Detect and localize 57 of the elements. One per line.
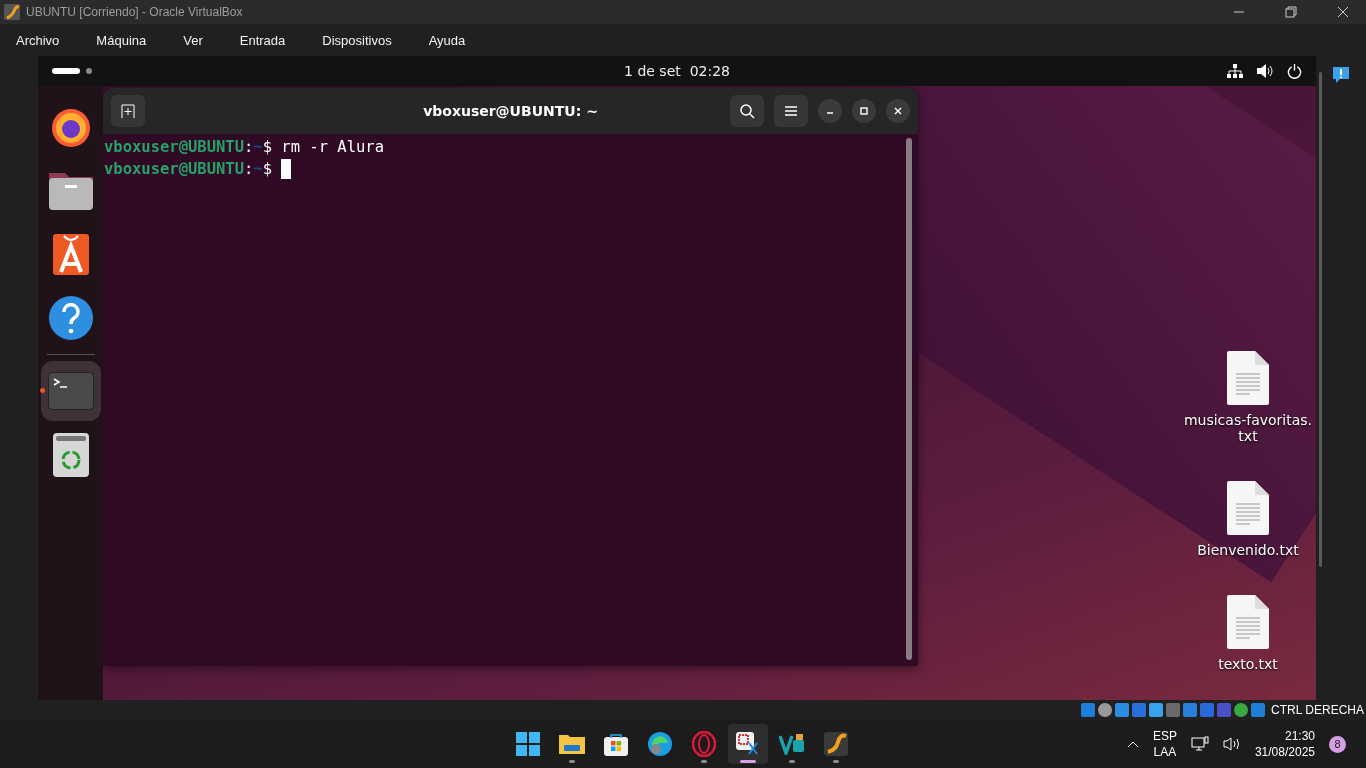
close-icon (1337, 6, 1349, 18)
scrollbar[interactable] (906, 138, 912, 660)
maximize-button[interactable] (852, 99, 876, 123)
volume-icon[interactable] (1257, 64, 1273, 78)
scrollbar[interactable] (1319, 72, 1322, 567)
new-tab-button[interactable] (111, 95, 145, 127)
terminal-icon (47, 372, 94, 410)
workspace-indicator[interactable] (86, 68, 92, 74)
terminal-title: vboxuser@UBUNTU: ~ (423, 103, 598, 119)
search-icon (739, 103, 755, 119)
terminal-line: vboxuser@UBUNTU:~$ (104, 159, 273, 180)
snipping-tool-icon (735, 731, 761, 757)
menu-item[interactable]: Dispositivos (310, 32, 404, 48)
taskbar-app[interactable] (728, 724, 768, 764)
menu-item[interactable]: Archivo (4, 32, 72, 48)
running-indicator (39, 388, 45, 393)
maximize-icon (859, 106, 869, 116)
browser-icon (648, 732, 672, 756)
search-button[interactable] (730, 95, 764, 127)
clock[interactable]: 1 de set 02:28 (618, 62, 736, 80)
language-indicator[interactable]: ESP LAA (1152, 728, 1177, 760)
shopping-bag-icon (51, 232, 90, 276)
menu-item[interactable]: Ver (171, 32, 215, 48)
restore-icon (1285, 6, 1297, 18)
menu-button[interactable] (774, 95, 808, 127)
text-file-icon[interactable] (1226, 594, 1270, 650)
shopping-bag-icon (604, 732, 628, 756)
windows-logo-icon (516, 732, 540, 756)
opera-icon (692, 731, 716, 757)
file-name: texto.txt (1218, 656, 1278, 672)
notification-badge[interactable]: 8 (1329, 735, 1346, 753)
file-name: musicas-favoritas. txt (1183, 412, 1313, 444)
recycle-bin-icon (51, 432, 90, 478)
menu-icon (784, 105, 798, 117)
close-icon (893, 106, 903, 116)
minimize-button[interactable] (818, 99, 842, 123)
power-icon[interactable] (1287, 63, 1302, 79)
host-key-label: CTRL DERECHA (1271, 703, 1364, 717)
window-title: UBUNTU [Corriendo] - Oracle VirtualBox (26, 5, 244, 19)
new-tab-icon (120, 103, 136, 119)
clock[interactable]: 21:30 31/08/2025 (1254, 728, 1315, 760)
text-file-icon[interactable] (1226, 350, 1270, 406)
text-file-icon[interactable] (1226, 480, 1270, 536)
terminal-line: vboxuser@UBUNTU:~$ rm -r Alura (104, 137, 384, 158)
file-name: Bienvenido.txt (1197, 542, 1299, 558)
help-icon (48, 296, 93, 340)
chevron-up-icon[interactable] (1126, 740, 1139, 748)
close-button[interactable] (886, 99, 910, 123)
menu-item[interactable]: Ayuda (416, 32, 478, 48)
menu-item[interactable]: Entrada (227, 32, 298, 48)
app-logo-icon (779, 733, 805, 755)
workspace-indicator[interactable] (52, 68, 80, 74)
menu-item[interactable]: Máquina (84, 32, 159, 48)
virtualbox-icon (4, 4, 20, 20)
virtualbox-icon (824, 732, 848, 756)
notification-icon[interactable] (1332, 66, 1350, 84)
volume-icon[interactable] (1222, 737, 1241, 751)
